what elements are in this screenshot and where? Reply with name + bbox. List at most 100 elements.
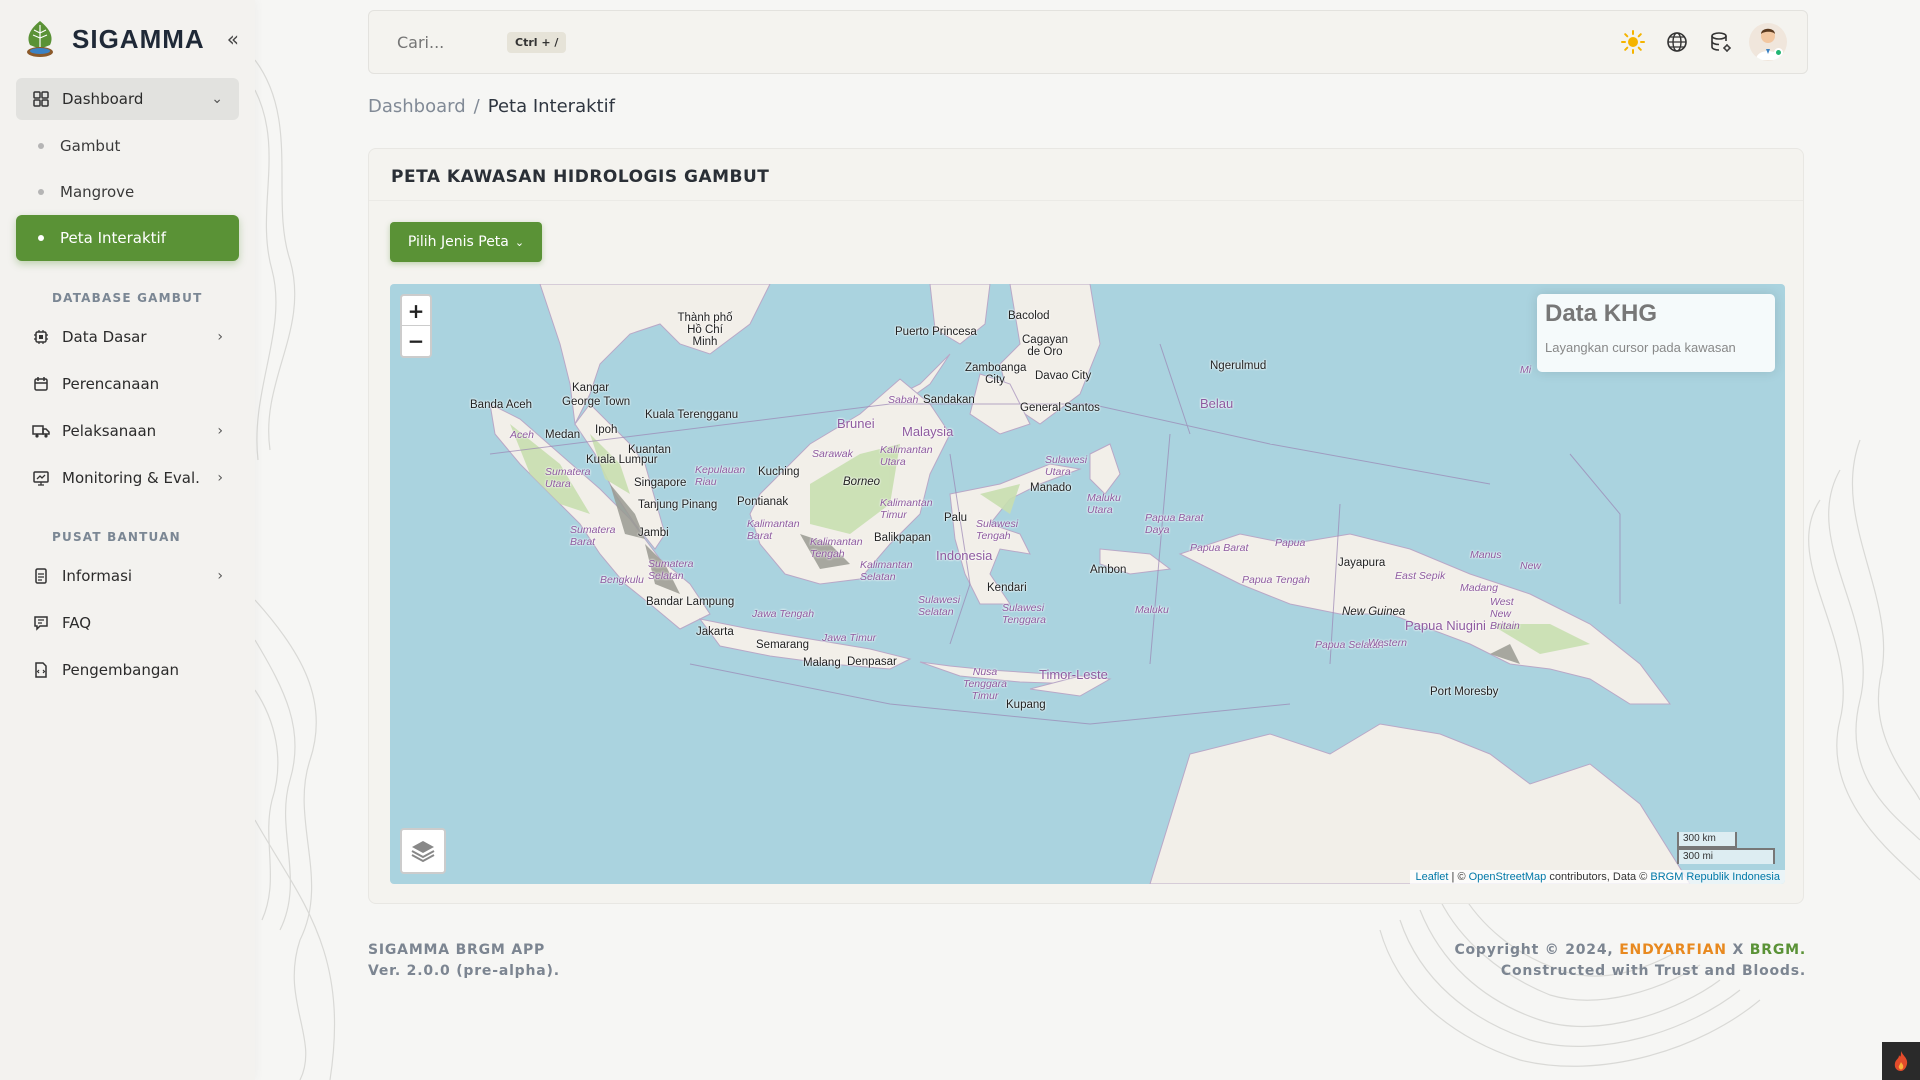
map-type-dropdown-button[interactable]: Pilih Jenis Peta ⌄: [390, 222, 542, 262]
map-label-jambi: Jambi: [638, 527, 669, 539]
map-label-east-sepik: East Sepik: [1395, 570, 1446, 582]
zoom-control: + −: [400, 294, 432, 358]
chevron-right-icon: ›: [217, 568, 223, 584]
scale-mi: 300 mi: [1677, 848, 1775, 864]
breadcrumb-separator: /: [473, 96, 480, 117]
map-label-balikpapan: Balikpapan: [874, 532, 931, 544]
map-label-tanjung-pinang: Tanjung Pinang: [638, 499, 718, 511]
map-label-timor-leste: Timor-Leste: [1039, 667, 1108, 682]
map-label-kalteng: Kalimantan Tengah: [810, 536, 863, 560]
chevron-down-icon: ⌄: [514, 235, 525, 249]
map-label-pontianak: Pontianak: [737, 496, 789, 508]
map-label-sarawak: Sarawak: [812, 448, 853, 460]
map-label-borneo: Borneo: [843, 476, 881, 488]
sidebar-item-pengembangan[interactable]: Pengembangan: [16, 648, 239, 692]
sidebar-item-label: Data Dasar: [62, 328, 147, 346]
chevron-right-icon: ›: [217, 423, 223, 439]
sidebar-subitem-peta-interaktif[interactable]: Peta Interaktif: [16, 215, 239, 261]
sidebar-item-faq[interactable]: FAQ: [16, 601, 239, 645]
map-label-semarang: Semarang: [756, 639, 810, 651]
topbar: Ctrl + /: [368, 10, 1808, 74]
sidebar-item-label: Perencanaan: [62, 375, 160, 393]
collapse-sidebar-icon[interactable]: «: [227, 27, 239, 51]
map-label-madang: Madang: [1460, 582, 1498, 594]
footer-copyright: Copyright © 2024,: [1454, 942, 1614, 958]
map-card: PETA KAWASAN HIDROLOGIS GAMBUT Pilih Jen…: [368, 148, 1804, 904]
map-label-sultra: Sulawesi Tenggara: [1002, 602, 1046, 626]
map-label-davao: Davao City: [1035, 370, 1092, 382]
search-input[interactable]: [397, 32, 507, 52]
map-label-port-moresby: Port Moresby: [1430, 686, 1499, 698]
brand: SIGAMMA «: [0, 0, 255, 78]
map-label-kendari: Kendari: [987, 582, 1027, 594]
map-label-new: New: [1520, 560, 1542, 572]
footer-right: Copyright © 2024, ENDYARFIAN X BRGM. Con…: [1454, 940, 1806, 982]
leaflet-link[interactable]: Leaflet: [1415, 871, 1448, 883]
map-label-western: Western: [1368, 637, 1407, 649]
interactive-map[interactable]: Thành phố Hồ Chí Minh Bacolod Cagayan de…: [390, 284, 1785, 884]
calendar-icon: [32, 375, 50, 393]
sidebar-nav: Dashboard ⌄ Gambut Mangrove Peta Interak…: [0, 78, 255, 692]
map-label-kalsel: Kalimantan Selatan: [860, 559, 913, 583]
chevron-right-icon: ›: [217, 470, 223, 486]
map-label-aceh: Aceh: [510, 429, 534, 441]
chevron-down-icon: ⌄: [211, 91, 223, 107]
sidebar-item-label: FAQ: [62, 614, 92, 632]
osm-link[interactable]: OpenStreetMap: [1469, 871, 1547, 883]
sidebar-item-label: Pelaksanaan: [62, 422, 157, 440]
map-label-bandar-lampung: Bandar Lampung: [646, 596, 735, 608]
footer-left: SIGAMMA BRGM APP Ver. 2.0.0 (pre-alpha).: [368, 940, 560, 982]
breadcrumb-current: Peta Interaktif: [487, 96, 615, 117]
map-label-sulsel: Sulawesi Selatan: [918, 594, 961, 618]
avatar[interactable]: [1749, 23, 1787, 61]
sidebar-item-informasi[interactable]: Informasi ›: [16, 554, 239, 598]
brgm-link[interactable]: BRGM Republik Indonesia: [1650, 871, 1780, 883]
map-label-manus: Manus: [1470, 549, 1502, 561]
brand-name: SIGAMMA: [72, 23, 205, 54]
dashboard-icon: [32, 90, 50, 108]
map-label-hcm: Thành phố Hồ Chí Minh: [677, 312, 733, 348]
topbar-actions: [1611, 20, 1787, 64]
breadcrumb: Dashboard / Peta Interaktif: [368, 96, 615, 117]
map-label-ngerulmud: Ngerulmud: [1210, 360, 1267, 372]
layers-control-button[interactable]: [400, 828, 446, 874]
map-label-medan: Medan: [545, 429, 581, 441]
footer-app-name: SIGAMMA BRGM APP: [368, 942, 546, 958]
map-label-mi: Mi: [1520, 364, 1532, 376]
code-file-icon: [32, 661, 50, 679]
map-label-cagayan: Cagayan de Oro: [1022, 334, 1069, 358]
section-title-database: DATABASE GAMBUT: [52, 291, 203, 305]
sidebar-subitem-mangrove[interactable]: Mangrove: [16, 169, 239, 215]
footer-version: Ver. 2.0.0 (pre-alpha).: [368, 963, 560, 979]
footer-author: ENDYARFIAN: [1619, 942, 1727, 958]
globe-icon[interactable]: [1655, 20, 1699, 64]
sidebar-item-label: Monitoring & Eval.: [62, 469, 200, 487]
sun-icon[interactable]: [1611, 20, 1655, 64]
sidebar-item-dashboard[interactable]: Dashboard ⌄: [16, 78, 239, 120]
sidebar-item-data-dasar[interactable]: Data Dasar ›: [16, 315, 239, 359]
sidebar-subitem-gambut[interactable]: Gambut: [16, 123, 239, 169]
bullet-icon: [38, 235, 44, 241]
breadcrumb-dashboard-link[interactable]: Dashboard: [368, 96, 466, 117]
sidebar-item-monitoring[interactable]: Monitoring & Eval. ›: [16, 456, 239, 500]
map-label-papua-niugini: Papua Niugini: [1405, 618, 1486, 633]
map-type-button-label: Pilih Jenis Peta: [407, 234, 509, 250]
card-title: PETA KAWASAN HIDROLOGIS GAMBUT: [369, 149, 1803, 201]
document-icon: [32, 567, 50, 585]
map-label-brunei: Brunei: [837, 416, 875, 431]
sidebar-item-label: Informasi: [62, 567, 133, 585]
map-attribution: Leaflet | © OpenStreetMap contributors, …: [1410, 870, 1785, 884]
flame-icon[interactable]: [1882, 1042, 1920, 1080]
sidebar-item-perencanaan[interactable]: Perencanaan: [16, 362, 239, 406]
database-settings-icon[interactable]: [1699, 20, 1743, 64]
footer-x: X: [1732, 942, 1745, 958]
attribution-separator: | ©: [1448, 871, 1469, 883]
online-status-indicator: [1774, 48, 1783, 57]
sidebar-item-pelaksanaan[interactable]: Pelaksanaan ›: [16, 409, 239, 453]
zoom-in-button[interactable]: +: [402, 296, 430, 326]
zoom-out-button[interactable]: −: [402, 326, 430, 356]
map-label-sulteng: Sulawesi Tengah: [976, 518, 1019, 542]
map-scale: 300 km 300 mi: [1677, 832, 1775, 864]
map-label-kalbar: Kalimantan Barat: [747, 518, 800, 542]
map-label-sumut: Sumatera Utara: [545, 466, 591, 490]
